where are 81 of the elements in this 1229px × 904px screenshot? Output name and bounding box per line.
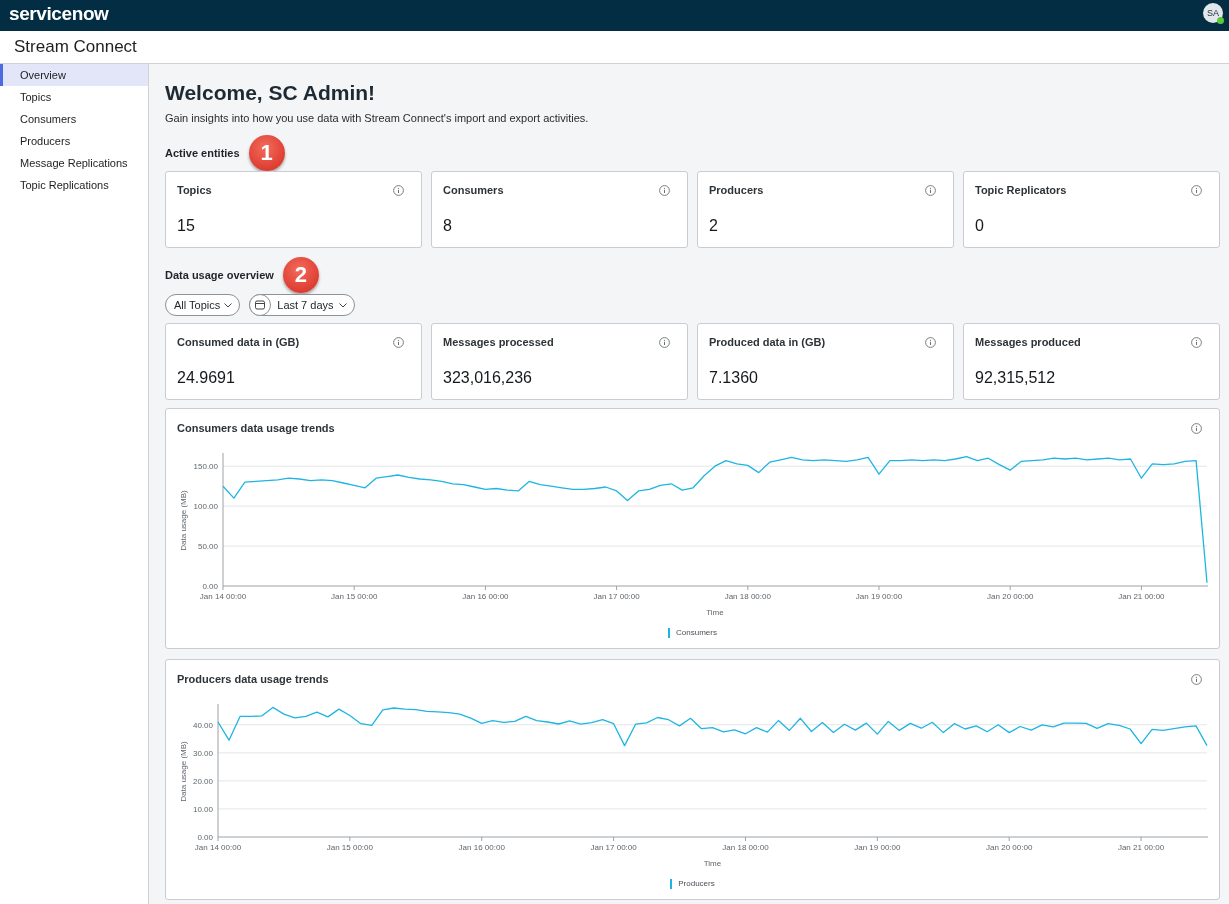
axis-tick-label: Jan 20 00:00 bbox=[987, 592, 1034, 601]
axis-tick-label: Jan 14 00:00 bbox=[199, 592, 247, 601]
axis-tick-label: 40.00 bbox=[192, 720, 213, 730]
axis-tick-label: 20.00 bbox=[192, 776, 213, 786]
user-avatar[interactable]: SA bbox=[1203, 3, 1223, 23]
axis-title: Time bbox=[703, 859, 722, 868]
stat-value: 0 bbox=[975, 216, 985, 236]
stat-label: Consumers bbox=[443, 183, 504, 197]
topic-filter-dropdown[interactable]: All Topics bbox=[165, 294, 241, 316]
page-subtitle: Gain insights into how you use data with Stream Connect's import and export activities. bbox=[165, 111, 590, 125]
stat-value: 2 bbox=[709, 216, 719, 236]
legend-label: Producers bbox=[678, 878, 715, 890]
sidebar-item[interactable]: Overview bbox=[0, 64, 148, 86]
sidebar-item[interactable]: Producers bbox=[0, 130, 148, 152]
info-icon[interactable] bbox=[393, 184, 404, 196]
axis-title: Time bbox=[706, 608, 724, 617]
stat-label: Messages produced bbox=[975, 335, 1081, 349]
axis-tick-label: Jan 17 00:00 bbox=[590, 843, 637, 852]
step-marker: 2 bbox=[282, 257, 319, 293]
stat-label: Topics bbox=[177, 183, 212, 197]
info-icon[interactable] bbox=[393, 336, 404, 348]
app-title: Stream Connect bbox=[14, 36, 137, 58]
axis-tick-label: Jan 14 00:00 bbox=[194, 843, 242, 852]
stat-label: Topic Replicators bbox=[975, 183, 1067, 197]
stat-value: 8 bbox=[443, 216, 453, 236]
stat-value: 92,315,512 bbox=[975, 368, 1057, 388]
info-icon[interactable] bbox=[1191, 422, 1202, 434]
axis-tick-label: 50.00 bbox=[197, 542, 218, 552]
info-icon[interactable] bbox=[1191, 336, 1202, 348]
stat-value: 323,016,236 bbox=[443, 368, 533, 388]
axis-tick-label: 150.00 bbox=[193, 462, 218, 472]
axis-tick-label: Jan 17 00:00 bbox=[593, 592, 640, 601]
chart-title: Consumers data usage trends bbox=[177, 421, 335, 435]
axis-tick-label: Jan 20 00:00 bbox=[986, 843, 1033, 852]
axis-tick-label: Jan 16 00:00 bbox=[458, 843, 505, 852]
info-icon[interactable] bbox=[1191, 184, 1202, 196]
section-heading: Active entities bbox=[165, 146, 240, 160]
axis-tick-label: Jan 18 00:00 bbox=[722, 843, 769, 852]
axis-title: Data usage (MB) bbox=[179, 490, 188, 551]
axis-tick-label: Jan 18 00:00 bbox=[724, 592, 771, 601]
axis-tick-label: Jan 21 00:00 bbox=[1118, 592, 1165, 601]
section-heading: Data usage overview bbox=[165, 268, 274, 282]
info-icon[interactable] bbox=[925, 336, 936, 348]
legend-marker-icon bbox=[668, 628, 671, 638]
info-icon[interactable] bbox=[659, 184, 670, 196]
axis-title: Data usage (MB) bbox=[179, 741, 188, 802]
page-title: Welcome, SC Admin! bbox=[165, 80, 377, 106]
chart-title: Producers data usage trends bbox=[177, 672, 329, 686]
stat-value: 15 bbox=[177, 216, 196, 236]
axis-tick-label: 30.00 bbox=[192, 748, 213, 758]
info-icon[interactable] bbox=[1191, 673, 1202, 685]
stat-label: Produced data in (GB) bbox=[709, 335, 826, 349]
axis-tick-label: Jan 19 00:00 bbox=[855, 592, 903, 601]
stat-label: Messages processed bbox=[443, 335, 554, 349]
axis-tick-label: Jan 15 00:00 bbox=[326, 843, 373, 852]
step-marker: 1 bbox=[248, 135, 285, 171]
logo: servicenow bbox=[9, 3, 109, 25]
sidebar-item[interactable]: Topic Replications bbox=[0, 174, 148, 196]
axis-tick-label: Jan 21 00:00 bbox=[1117, 843, 1165, 852]
axis-tick-label: Jan 15 00:00 bbox=[331, 592, 378, 601]
stat-label: Consumed data in (GB) bbox=[177, 335, 300, 349]
sidebar-item[interactable]: Message Replications bbox=[0, 152, 148, 174]
stat-value: 7.1360 bbox=[709, 368, 759, 388]
stat-label: Producers bbox=[709, 183, 764, 197]
info-icon[interactable] bbox=[925, 184, 936, 196]
chevron-down-icon bbox=[338, 302, 347, 308]
legend-label: Consumers bbox=[676, 627, 717, 639]
axis-tick-label: 0.00 bbox=[197, 833, 213, 842]
axis-tick-label: 100.00 bbox=[193, 502, 218, 512]
axis-tick-label: 10.00 bbox=[192, 804, 213, 814]
sidebar-item[interactable]: Consumers bbox=[0, 108, 148, 130]
date-range-dropdown[interactable]: Last 7 days bbox=[249, 294, 355, 316]
info-icon[interactable] bbox=[659, 336, 670, 348]
axis-tick-label: Jan 16 00:00 bbox=[462, 592, 509, 601]
sidebar-item[interactable]: Topics bbox=[0, 86, 148, 108]
axis-tick-label: 0.00 bbox=[202, 582, 218, 591]
calendar-icon bbox=[249, 294, 272, 316]
chevron-down-icon bbox=[224, 302, 233, 308]
stat-value: 24.9691 bbox=[177, 368, 236, 388]
axis-tick-label: Jan 19 00:00 bbox=[854, 843, 901, 852]
legend-marker-icon bbox=[670, 879, 673, 889]
